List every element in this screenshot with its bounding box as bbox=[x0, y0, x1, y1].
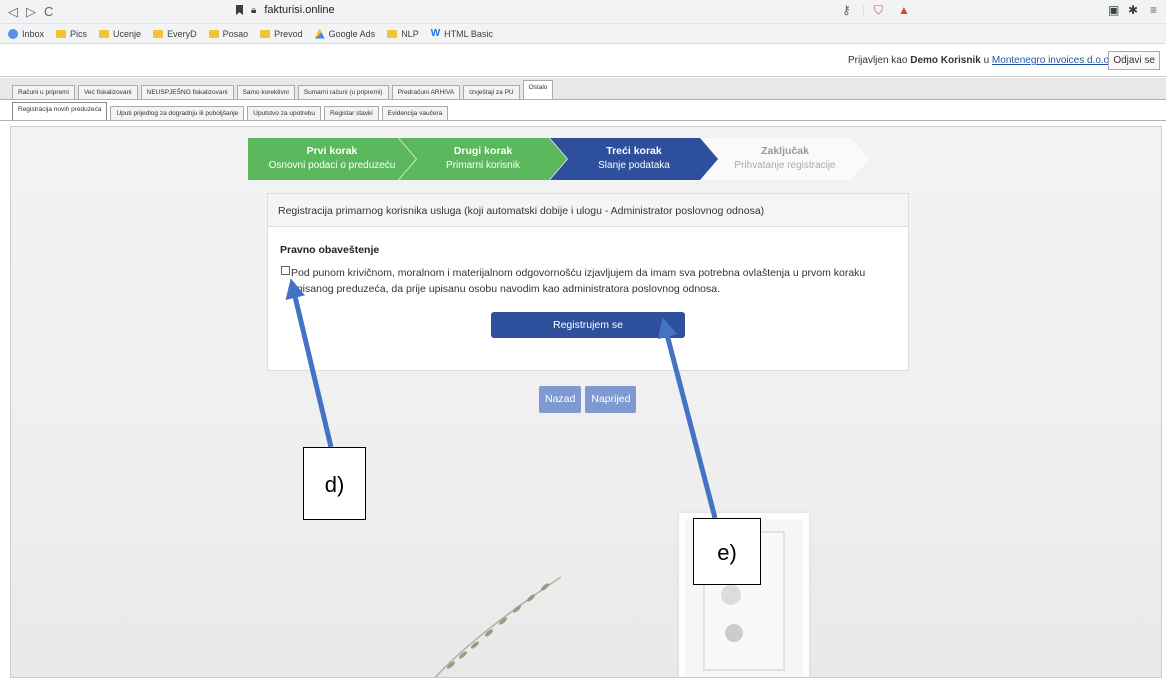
annotation-label-e: e) bbox=[693, 518, 761, 585]
arrow-e bbox=[657, 317, 718, 519]
arrow-d bbox=[285, 278, 334, 448]
annotation-arrows bbox=[285, 278, 718, 519]
annotation-label-d: d) bbox=[303, 447, 366, 520]
